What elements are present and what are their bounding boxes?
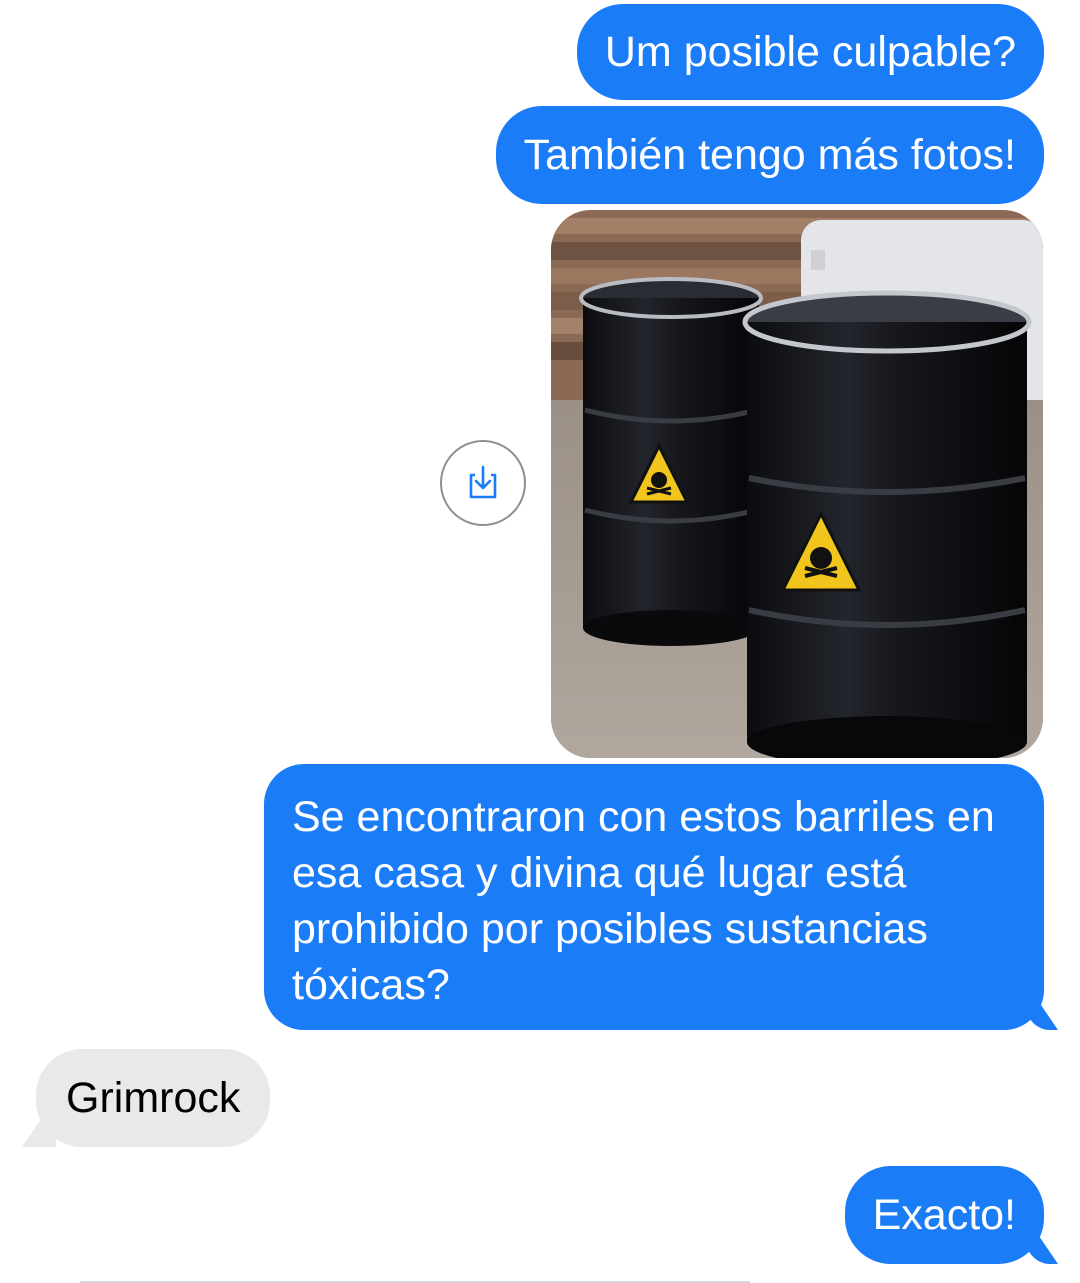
message-photo[interactable] [551,210,1043,758]
message-text: Grimrock [66,1074,241,1122]
message-text: Se encontraron con estos barriles en esa… [292,793,995,1009]
download-button[interactable] [440,440,526,526]
message-bubble-sent[interactable]: Um posible culpable? [576,4,1044,100]
message-bubble-sent[interactable]: También tengo más fotos! [495,106,1044,204]
message-text: También tengo más fotos! [523,131,1016,179]
message-text: Um posible culpable? [604,28,1016,76]
download-icon [469,465,497,499]
message-bubble-sent[interactable]: Exacto! [844,1166,1044,1264]
toxic-barrels-photo [551,210,1043,758]
message-bubble-sent[interactable]: Se encontraron con estos barriles en esa… [264,764,1044,1030]
message-bubble-received[interactable]: Grimrock [36,1049,271,1147]
message-text: Exacto! [872,1191,1016,1239]
